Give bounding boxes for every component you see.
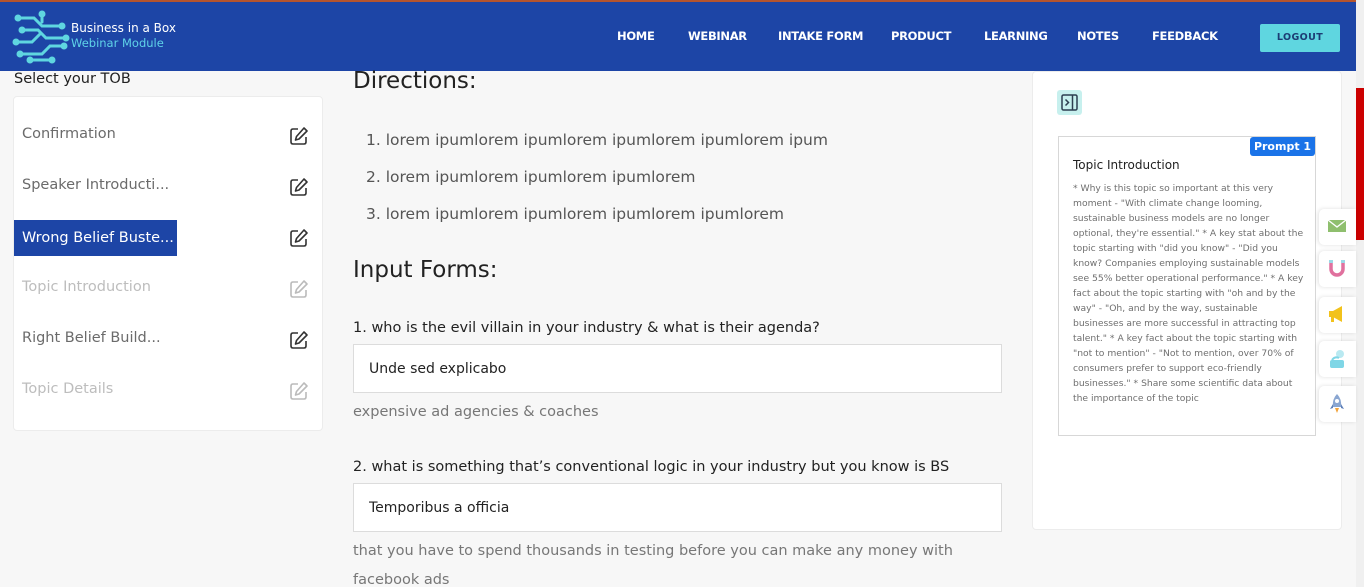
scroll-accent-bar bbox=[1356, 88, 1364, 240]
tob-item-label: Wrong Belief Buste... bbox=[14, 220, 177, 256]
tob-item-topic-details[interactable]: Topic Details bbox=[14, 373, 323, 409]
prompt-body: * Why is this topic so important at this… bbox=[1073, 183, 1304, 404]
direction-item: 2. lorem ipumlorem ipumlorem ipumlorem bbox=[366, 168, 696, 186]
edit-icon[interactable] bbox=[289, 381, 309, 401]
rocket-icon bbox=[1330, 394, 1344, 413]
answer-input-1[interactable] bbox=[353, 344, 1002, 393]
collapse-panel-icon bbox=[1061, 94, 1078, 111]
logout-button[interactable]: LOGOUT bbox=[1260, 24, 1340, 52]
nav-notes[interactable]: NOTES bbox=[1077, 29, 1119, 43]
nav-feedback[interactable]: FEEDBACK bbox=[1152, 29, 1218, 43]
brand-subtitle: Webinar Module bbox=[71, 36, 164, 50]
brand: Business in a Box Webinar Module bbox=[71, 21, 176, 51]
megaphone-icon bbox=[1329, 306, 1342, 322]
hand-icon bbox=[1330, 350, 1344, 368]
question-label: 2. what is something that’s conventional… bbox=[353, 459, 950, 475]
nav-webinar[interactable]: WEBINAR bbox=[688, 29, 747, 43]
mail-icon bbox=[1327, 219, 1347, 232]
nav-home[interactable]: HOME bbox=[617, 29, 655, 43]
side-tab-rocket[interactable] bbox=[1319, 386, 1356, 422]
input-forms-title: Input Forms: bbox=[353, 257, 498, 283]
answer-input-2[interactable] bbox=[353, 483, 1002, 532]
side-tab-mail[interactable] bbox=[1319, 209, 1356, 245]
tob-list: Confirmation Speaker Introducti... Wrong… bbox=[13, 96, 323, 431]
prompt-badge: Prompt 1 bbox=[1250, 137, 1315, 156]
directions-title: Directions: bbox=[353, 68, 477, 94]
tob-item-label: Topic Introduction bbox=[22, 279, 151, 295]
tob-item-label: Right Belief Build... bbox=[22, 330, 161, 346]
tob-item-label: Topic Details bbox=[22, 381, 114, 397]
nav-intake-form[interactable]: INTAKE FORM bbox=[778, 29, 863, 43]
circuit-logo-icon[interactable] bbox=[12, 8, 74, 66]
edit-icon[interactable] bbox=[289, 228, 309, 248]
answer-hint: that you have to spend thousands in test… bbox=[353, 543, 953, 587]
tob-item-wrong-belief-buster[interactable]: Wrong Belief Buste... bbox=[14, 220, 323, 256]
nav-learning[interactable]: LEARNING bbox=[984, 29, 1048, 43]
tob-item-label: Confirmation bbox=[22, 126, 116, 142]
edit-icon[interactable] bbox=[289, 330, 309, 350]
answer-hint: expensive ad agencies & coaches bbox=[353, 404, 599, 420]
tob-item-speaker-introduction[interactable]: Speaker Introducti... bbox=[14, 169, 323, 205]
tob-item-right-belief-builder[interactable]: Right Belief Build... bbox=[14, 322, 323, 358]
prompt-heading: Topic Introduction bbox=[1073, 158, 1180, 172]
nav-product[interactable]: PRODUCT bbox=[891, 29, 951, 43]
collapse-panel-button[interactable] bbox=[1057, 90, 1082, 115]
direction-item: 3. lorem ipumlorem ipumlorem ipumlorem i… bbox=[366, 205, 784, 223]
direction-item: 1. lorem ipumlorem ipumlorem ipumlorem i… bbox=[366, 131, 828, 149]
edit-icon[interactable] bbox=[289, 177, 309, 197]
edit-icon[interactable] bbox=[289, 126, 309, 146]
edit-icon[interactable] bbox=[289, 279, 309, 299]
tob-title: Select your TOB bbox=[14, 71, 131, 87]
tob-item-confirmation[interactable]: Confirmation bbox=[14, 118, 323, 154]
side-tab-hand[interactable] bbox=[1319, 341, 1356, 377]
side-tab-magnet[interactable] bbox=[1319, 251, 1356, 287]
tob-item-label: Speaker Introducti... bbox=[22, 177, 170, 193]
tob-item-topic-introduction[interactable]: Topic Introduction bbox=[14, 271, 323, 307]
top-navbar: Business in a Box Webinar Module HOME WE… bbox=[0, 0, 1356, 71]
question-label: 1. who is the evil villain in your indus… bbox=[353, 320, 820, 336]
brand-title: Business in a Box bbox=[71, 21, 176, 35]
magnet-icon bbox=[1329, 260, 1345, 277]
side-tab-megaphone[interactable] bbox=[1319, 297, 1356, 333]
